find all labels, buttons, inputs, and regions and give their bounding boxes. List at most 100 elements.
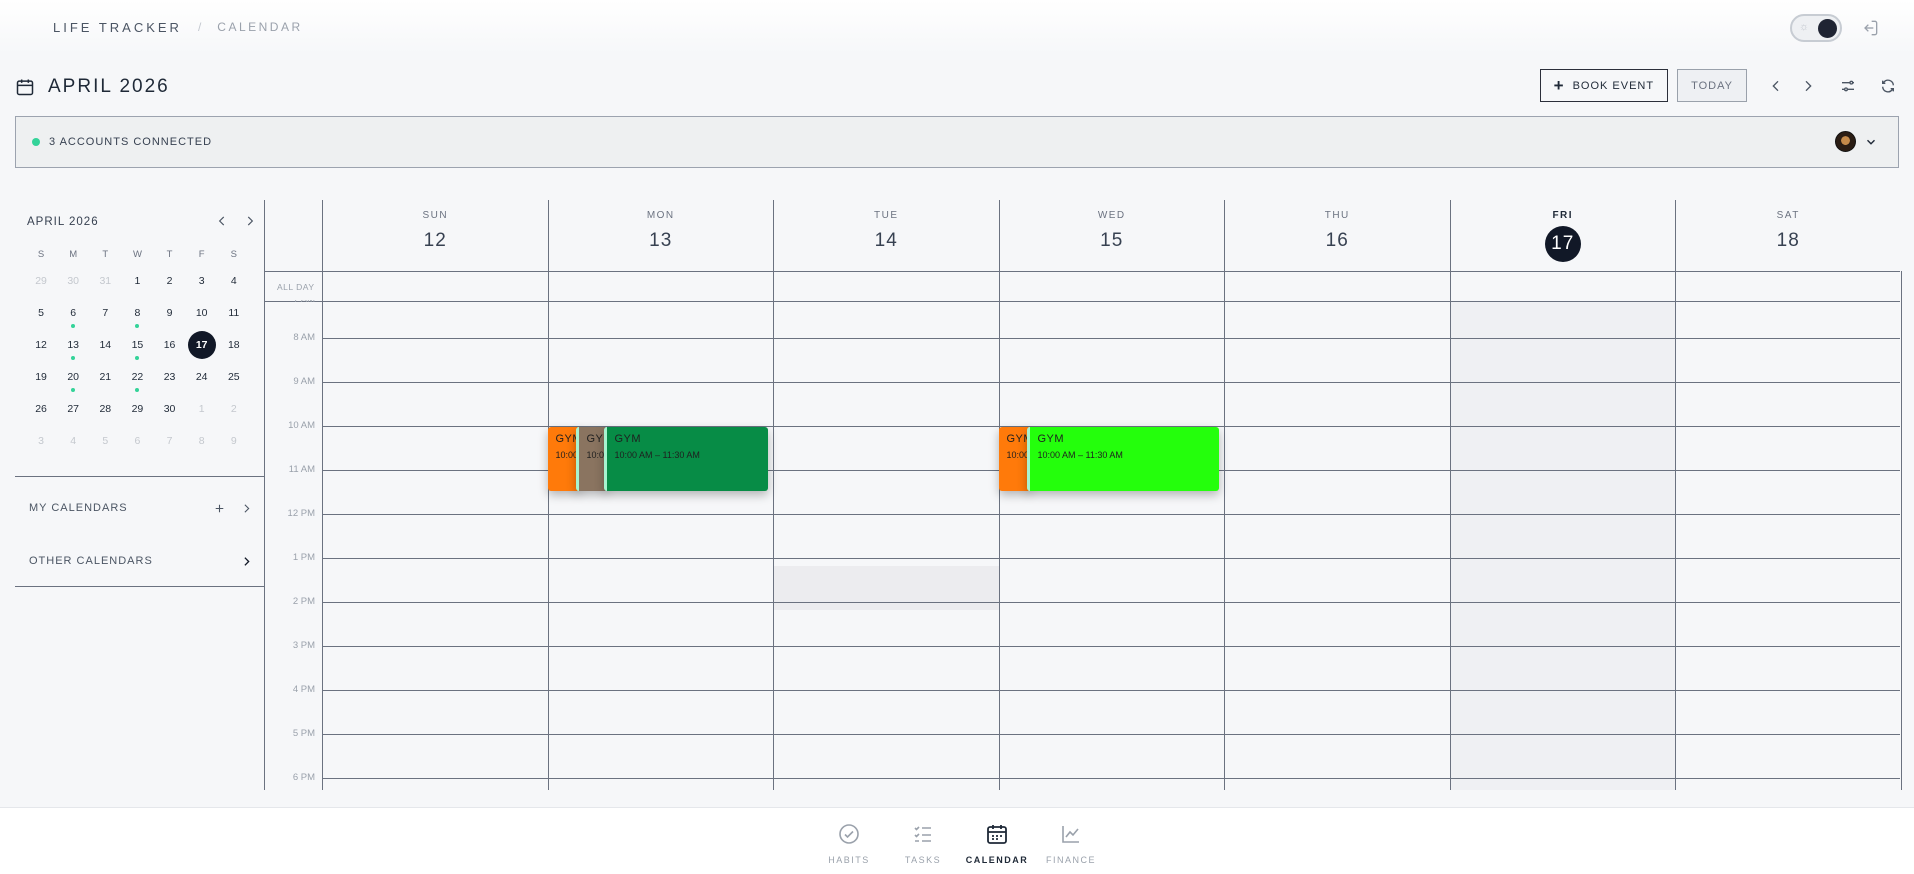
mini-day-number: 30: [163, 403, 176, 415]
mini-calendar-day[interactable]: 19: [25, 363, 57, 391]
today-column-highlight: [1449, 302, 1675, 790]
other-calendars-section[interactable]: OTHER CALENDARS: [29, 555, 253, 567]
nav-item-habits[interactable]: HABITS: [812, 822, 886, 865]
calendar-event[interactable]: GYM10:00 AM – 11:30 AM: [547, 427, 580, 491]
calendar-event[interactable]: GYM10:00 AM – 11:30 AM: [575, 427, 608, 491]
chevron-left-icon[interactable]: [215, 214, 229, 228]
prev-week-button[interactable]: [1765, 75, 1787, 97]
mini-calendar-day[interactable]: 8: [186, 427, 218, 455]
chevron-right-icon[interactable]: [240, 555, 253, 568]
calendar-event[interactable]: GYM10:00 AM – 11:30 AM: [603, 427, 768, 491]
chevron-right-icon[interactable]: [243, 214, 257, 228]
mini-calendar-day[interactable]: 30: [57, 267, 89, 295]
week-grid: ALL DAY SUN 12 MON 13 TUE 14 WED 15 THU 16 FRI 17 SA…: [264, 200, 1902, 790]
mini-calendar-day[interactable]: 6: [121, 427, 153, 455]
mini-calendar-day[interactable]: 22: [121, 363, 153, 392]
mini-day-number: 26: [35, 403, 47, 415]
day-header-thu[interactable]: THU 16: [1224, 200, 1450, 271]
mini-day-number: 29: [131, 403, 144, 415]
nav-item-tasks[interactable]: TASKS: [886, 822, 960, 865]
mini-calendar-day[interactable]: 6: [57, 299, 89, 328]
logout-icon[interactable]: [1860, 18, 1880, 38]
day-column-divider: [322, 271, 323, 790]
calendar-event[interactable]: GYM10:00 AM – 11:30 AM: [998, 427, 1031, 491]
all-day-label: ALL DAY: [277, 282, 315, 292]
theme-toggle[interactable]: ☼: [1790, 14, 1842, 42]
next-week-button[interactable]: [1797, 75, 1819, 97]
mini-day-number: 16: [163, 339, 176, 351]
mini-calendar-day[interactable]: 21: [89, 363, 121, 391]
mini-calendar-day[interactable]: 12: [25, 331, 57, 359]
mini-calendar-day[interactable]: 3: [186, 267, 218, 295]
mini-calendar-day[interactable]: 18: [218, 331, 250, 359]
mini-calendar-day[interactable]: 2: [154, 267, 186, 295]
calendar-event[interactable]: GYM10:00 AM – 11:30 AM: [1026, 427, 1219, 491]
header-actions: + BOOK EVENT TODAY: [1539, 69, 1899, 102]
mini-day-number: 4: [70, 435, 77, 447]
hour-line: [322, 602, 1900, 603]
mini-calendar-day[interactable]: 9: [218, 427, 250, 455]
hour-line: [322, 382, 1900, 383]
my-calendars-section[interactable]: MY CALENDARS: [29, 502, 253, 514]
nav-item-finance[interactable]: FINANCE: [1034, 822, 1108, 865]
accounts-bar[interactable]: 3 ACCOUNTS CONNECTED: [15, 116, 1899, 168]
day-header-wed[interactable]: WED 15: [998, 200, 1225, 271]
sun-icon: ☼: [1799, 21, 1810, 33]
mini-calendar-day[interactable]: 29: [121, 395, 153, 423]
mini-calendar-day[interactable]: 9: [154, 299, 186, 327]
plus-icon[interactable]: [213, 502, 226, 515]
mini-calendar-day[interactable]: 20: [57, 363, 89, 392]
mini-calendar-day[interactable]: 25: [218, 363, 250, 391]
accounts-toggle[interactable]: [1835, 131, 1878, 152]
mini-calendar-day[interactable]: 4: [57, 427, 89, 455]
mini-calendar-day[interactable]: 24: [186, 363, 218, 391]
mini-calendar-day[interactable]: 4: [218, 267, 250, 295]
mini-calendar-day[interactable]: 3: [25, 427, 57, 455]
mini-calendar-day[interactable]: 27: [57, 395, 89, 423]
day-header-fri[interactable]: FRI 17: [1449, 200, 1676, 271]
mini-calendar-day[interactable]: 2: [218, 395, 250, 423]
mini-calendar-day[interactable]: 1: [121, 267, 153, 295]
today-button[interactable]: TODAY: [1677, 69, 1747, 102]
chevron-right-icon: [1805, 80, 1812, 91]
book-event-button[interactable]: + BOOK EVENT: [1539, 69, 1669, 102]
mini-calendar-day[interactable]: 5: [25, 299, 57, 327]
refresh-button[interactable]: [1877, 75, 1899, 97]
mini-calendar-day[interactable]: 31: [89, 267, 121, 295]
mini-calendar-day[interactable]: 13: [57, 331, 89, 360]
connected-status-dot: [32, 138, 40, 146]
nav-item-calendar[interactable]: CALENDAR: [960, 822, 1034, 865]
mini-day-number: 5: [102, 435, 109, 447]
chevron-right-icon[interactable]: [240, 502, 253, 515]
app-title[interactable]: LIFE TRACKER: [53, 20, 182, 35]
mini-calendar-day[interactable]: 26: [25, 395, 57, 423]
mini-calendar-day[interactable]: 28: [89, 395, 121, 423]
mini-calendar-day[interactable]: 23: [154, 363, 186, 391]
day-column-divider: [1675, 271, 1676, 790]
hour-label: 2 PM: [292, 596, 315, 607]
mini-calendar-day[interactable]: 16: [154, 331, 186, 359]
mini-calendar-day[interactable]: 11: [218, 299, 250, 327]
mini-calendar-day[interactable]: 14: [89, 331, 121, 359]
hour-label: 8 AM: [293, 332, 315, 343]
mini-calendar-day[interactable]: 29: [25, 267, 57, 295]
mini-calendar-day[interactable]: 10: [186, 299, 218, 327]
mini-calendar-day[interactable]: 7: [154, 427, 186, 455]
topbar-actions: ☼: [1790, 14, 1880, 42]
mini-calendar-day[interactable]: 7: [89, 299, 121, 327]
all-day-row[interactable]: ALL DAY: [265, 271, 1900, 302]
calendar-header: APRIL 2026 + BOOK EVENT TODAY: [15, 69, 1899, 102]
nav-item-label: HABITS: [828, 855, 870, 865]
mini-calendar-day[interactable]: 15: [121, 331, 153, 360]
day-header-tue[interactable]: TUE 14: [773, 200, 999, 271]
mini-calendar-day[interactable]: 5: [89, 427, 121, 455]
mini-calendar-day[interactable]: 1: [186, 395, 218, 423]
mini-calendar-day[interactable]: 8: [121, 299, 153, 328]
day-header-sun[interactable]: SUN 12: [322, 200, 548, 271]
filter-button[interactable]: [1837, 75, 1859, 97]
mini-calendar-day[interactable]: 30: [154, 395, 186, 423]
mini-calendar-today[interactable]: 17: [186, 331, 218, 359]
hour-label: 3 PM: [292, 640, 315, 651]
day-header-sat[interactable]: SAT 18: [1675, 200, 1901, 271]
day-header-mon[interactable]: MON 13: [547, 200, 774, 271]
